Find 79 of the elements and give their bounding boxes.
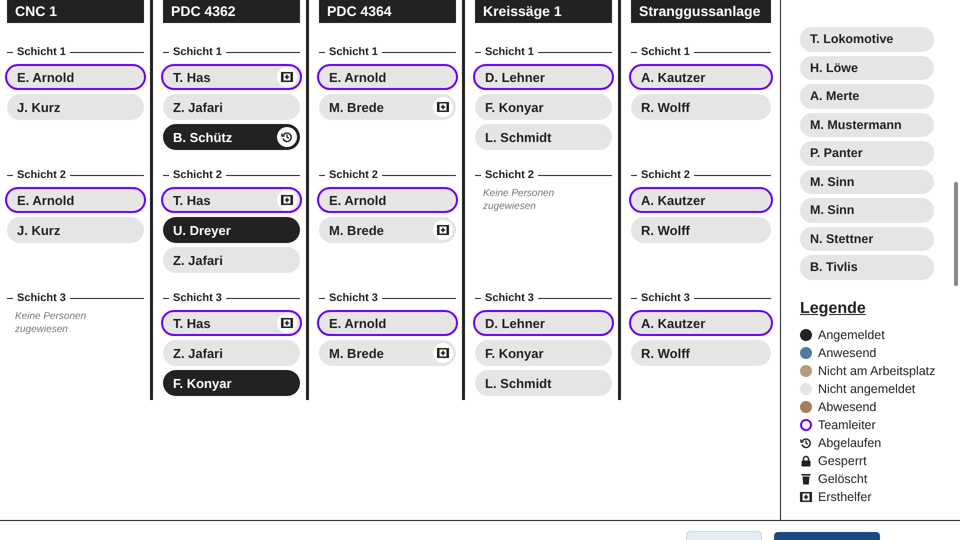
person-chip[interactable]: T. Has <box>161 187 302 213</box>
person-chip[interactable]: F. Konyar <box>475 340 612 366</box>
legend-label: Anwesend <box>818 346 876 360</box>
shift-label: Schicht 1 <box>641 46 690 58</box>
station-header: PDC 4364 <box>319 0 456 23</box>
shift-label: Schicht 2 <box>641 169 690 181</box>
person-chip[interactable]: A. Kautzer <box>629 64 773 90</box>
station-header: PDC 4362 <box>163 0 300 23</box>
shift-label: Schicht 1 <box>173 46 222 58</box>
person-chip[interactable]: J. Kurz <box>7 217 144 243</box>
person-chip[interactable]: M. Mustermann <box>800 112 934 137</box>
empty-message: Keine Personen zugewiesen <box>482 187 556 213</box>
person-chip[interactable]: U. Dreyer <box>163 217 300 243</box>
person-chip[interactable]: T. Has <box>161 310 302 336</box>
trash-icon <box>800 472 812 484</box>
person-chip[interactable]: E. Arnold <box>5 187 146 213</box>
station-header: Stranggussanlage <box>631 0 771 23</box>
shift-label: Schicht 3 <box>17 292 66 304</box>
person-chip[interactable]: R. Wolff <box>631 340 771 366</box>
legend-label: Abgelaufen <box>818 436 882 450</box>
person-chip[interactable]: T. Has <box>161 64 302 90</box>
person-chip[interactable]: A. Kautzer <box>629 187 773 213</box>
history-icon <box>800 436 812 448</box>
shift-label: Schicht 2 <box>485 169 534 181</box>
station-header: CNC 1 <box>7 0 144 23</box>
shift-label: Schicht 3 <box>173 292 222 304</box>
person-chip[interactable]: M. Brede <box>319 94 456 120</box>
person-chip[interactable]: T. Lokomotive <box>800 27 934 52</box>
person-chip[interactable]: Z. Jafari <box>163 247 300 273</box>
lock-icon <box>800 454 812 466</box>
shift-label: Schicht 3 <box>485 292 534 304</box>
shift-label: Schicht 3 <box>641 292 690 304</box>
person-chip[interactable]: B. Tivlis <box>800 255 934 280</box>
footer-button[interactable] <box>686 531 762 540</box>
legend-label: Nicht am Arbeitsplatz <box>818 364 936 378</box>
person-chip[interactable]: A. Merte <box>800 84 934 108</box>
empty-message: Keine Personen zugewiesen <box>14 310 88 336</box>
person-chip[interactable]: J. Kurz <box>7 94 144 120</box>
person-chip[interactable]: M. Sinn <box>800 170 934 194</box>
legend-label: Gesperrt <box>818 454 867 468</box>
person-chip[interactable]: A. Kautzer <box>629 310 773 336</box>
shift-label: Schicht 1 <box>485 46 534 58</box>
shift-label: Schicht 1 <box>17 46 66 58</box>
station-header: Kreissäge 1 <box>475 0 612 23</box>
person-chip[interactable]: E. Arnold <box>317 187 458 213</box>
legend-label: Ersthelfer <box>818 490 872 504</box>
legend-label: Gelöscht <box>818 472 868 486</box>
person-chip[interactable]: E. Arnold <box>317 64 458 90</box>
legend-label: Nicht angemeldet <box>818 382 916 396</box>
person-chip[interactable]: R. Wolff <box>631 217 771 243</box>
person-chip[interactable]: M. Brede <box>319 340 456 366</box>
legend-title: Legende <box>800 300 866 318</box>
shift-label: Schicht 1 <box>329 46 378 58</box>
person-chip[interactable]: B. Schütz <box>163 124 300 150</box>
person-chip[interactable]: E. Arnold <box>5 64 146 90</box>
person-chip[interactable]: P. Panter <box>800 141 934 166</box>
person-chip[interactable]: Z. Jafari <box>163 94 300 120</box>
footer-button[interactable] <box>774 532 880 540</box>
shift-label: Schicht 2 <box>173 169 222 181</box>
shift-label: Schicht 2 <box>17 169 66 181</box>
person-chip[interactable]: R. Wolff <box>631 94 771 120</box>
shift-label: Schicht 2 <box>329 169 378 181</box>
legend-label: Abwesend <box>818 400 876 414</box>
person-chip[interactable]: D. Lehner <box>473 64 614 90</box>
person-chip[interactable]: M. Sinn <box>800 198 934 222</box>
person-chip[interactable]: H. Löwe <box>800 56 934 80</box>
legend-label: Teamleiter <box>818 418 876 432</box>
person-chip[interactable]: L. Schmidt <box>475 370 612 396</box>
first-aid-icon <box>800 492 812 502</box>
legend-label: Angemeldet <box>818 328 885 342</box>
person-chip[interactable]: F. Konyar <box>163 370 300 396</box>
person-chip[interactable]: D. Lehner <box>473 310 614 336</box>
person-chip[interactable]: Z. Jafari <box>163 340 300 366</box>
person-chip[interactable]: E. Arnold <box>317 310 458 336</box>
person-chip[interactable]: N. Stettner <box>800 226 934 251</box>
person-chip[interactable]: F. Konyar <box>475 94 612 120</box>
shift-label: Schicht 3 <box>329 292 378 304</box>
person-chip[interactable]: L. Schmidt <box>475 124 612 150</box>
person-chip[interactable]: M. Brede <box>319 217 456 243</box>
